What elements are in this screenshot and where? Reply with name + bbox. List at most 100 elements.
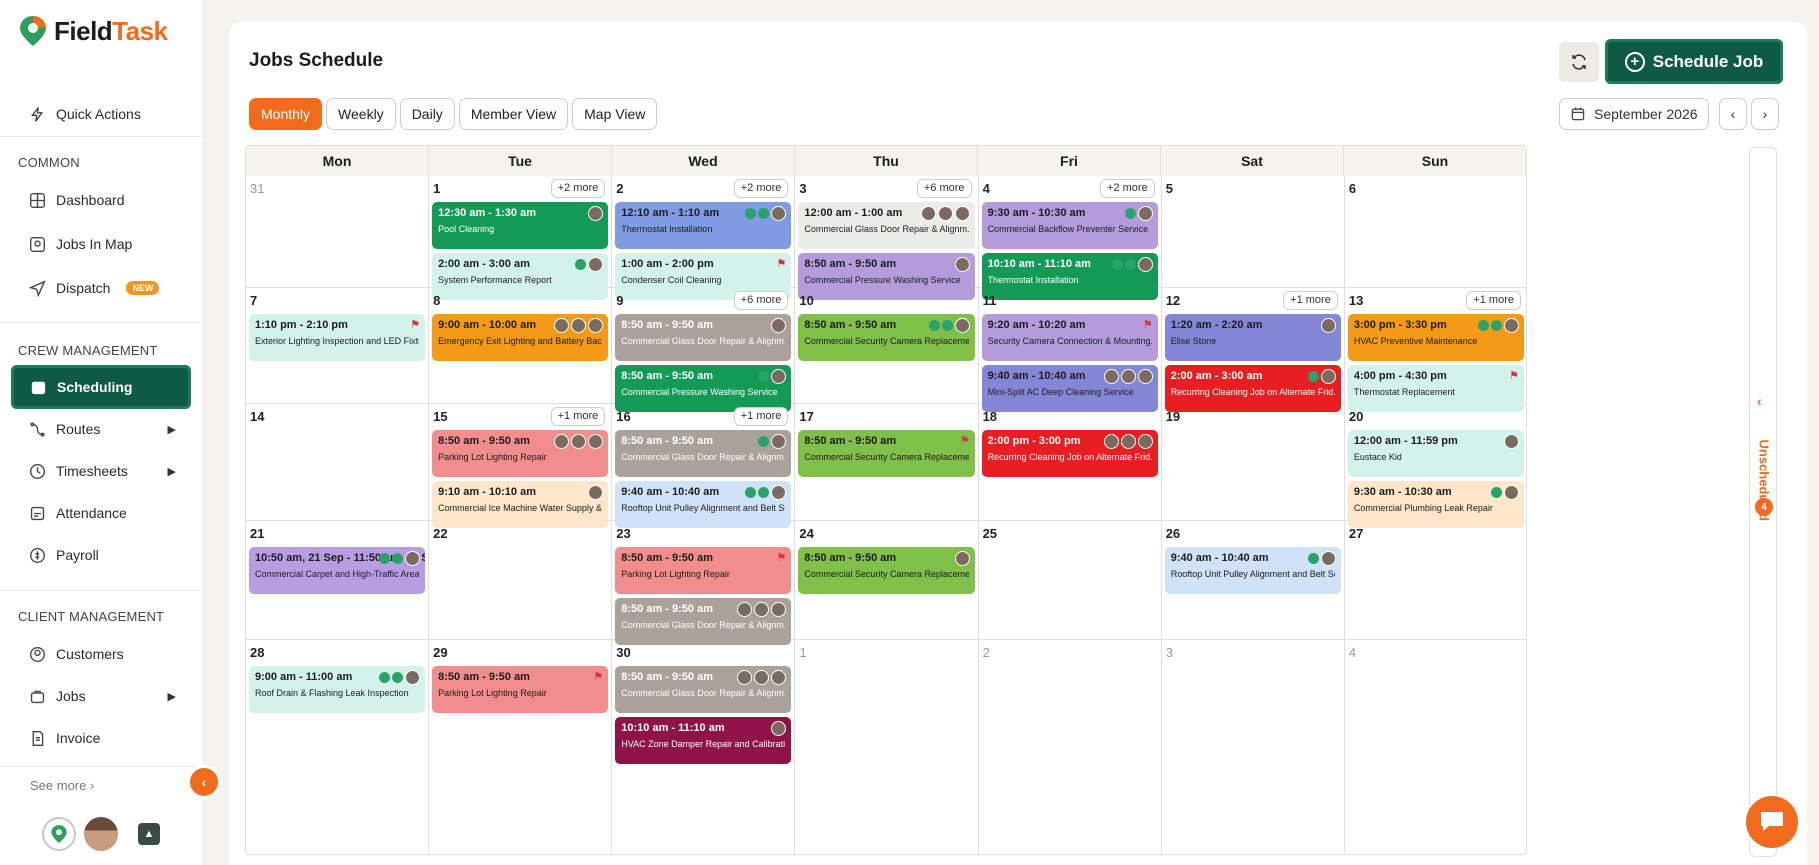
calendar-day-cell[interactable]: 24 8:50 am - 9:50 am Commercial Security C… xyxy=(795,521,979,640)
event-card[interactable]: 9:00 am - 10:00 am Emergency Exit Lightin… xyxy=(432,314,609,361)
event-card[interactable]: 1:10 pm - 2:10 pm Exterior Lighting Inspe… xyxy=(249,314,426,361)
calendar-day-cell[interactable]: 25 xyxy=(978,521,1162,640)
calendar-day-cell[interactable]: 6 xyxy=(1344,176,1526,288)
calendar-day-cell[interactable]: 30 8:50 am - 9:50 am Commercial Glass Door… xyxy=(612,640,796,854)
calendar-day-cell[interactable]: 4 xyxy=(1345,640,1526,854)
calendar-day-cell[interactable]: 22 xyxy=(429,521,613,640)
calendar-day-cell[interactable]: 29 8:50 am - 9:50 am Parking Lot Lighting … xyxy=(429,640,613,854)
event-card[interactable]: 8:50 am - 9:50 am Parking Lot Lighting Re… xyxy=(432,430,609,477)
event-card[interactable]: 8:50 am - 9:50 am Commercial Glass Door R… xyxy=(615,314,792,361)
calendar-day-cell[interactable]: 2 xyxy=(979,640,1162,854)
calendar-day-cell[interactable]: 10 8:50 am - 9:50 am Commercial Security C… xyxy=(795,288,979,404)
calendar-day-cell[interactable]: 26 9:40 am - 10:40 am Rooftop Unit Pulley … xyxy=(1161,521,1345,640)
user-avatar[interactable] xyxy=(84,817,118,851)
event-card[interactable]: 12:00 am - 1:00 am Commercial Glass Door … xyxy=(798,202,975,249)
calendar-day-cell[interactable]: 9 +6 more 8:50 am - 9:50 am Commercial Glas… xyxy=(612,288,796,412)
chat-button[interactable] xyxy=(1746,796,1798,848)
calendar-day-cell[interactable]: 23 8:50 am - 9:50 am Parking Lot Lighting … xyxy=(612,521,796,645)
sidebar-item-dashboard[interactable]: Dashboard xyxy=(18,182,188,218)
more-events-button[interactable]: +2 more xyxy=(1100,179,1155,198)
schedule-job-button[interactable]: + Schedule Job xyxy=(1605,39,1783,84)
unscheduled-panel-tab[interactable]: ‹ Unscheduled 4 xyxy=(1749,147,1777,857)
sidebar-item-invoice[interactable]: Invoice xyxy=(18,720,188,756)
view-tab-weekly[interactable]: Weekly xyxy=(326,98,396,130)
refresh-button[interactable] xyxy=(1559,42,1599,82)
event-card[interactable]: 8:50 am - 9:50 am Parking Lot Lighting Re… xyxy=(615,547,792,594)
view-tab-map-view[interactable]: Map View xyxy=(572,98,658,130)
event-card[interactable]: 8:50 am - 9:50 am Commercial Glass Door R… xyxy=(615,598,792,645)
calendar-day-cell[interactable]: 21 10:50 am, 21 Sep - 11:50 am, 22 Sep Com… xyxy=(246,521,430,640)
more-events-button[interactable]: +2 more xyxy=(733,179,789,198)
more-events-button[interactable]: +1 more xyxy=(550,407,606,426)
event-card[interactable]: 9:30 am - 10:30 am Commercial Backflow Pr… xyxy=(981,202,1158,249)
event-card[interactable]: 12:30 am - 1:30 am Pool Cleaning xyxy=(432,202,609,249)
event-card[interactable]: 3:00 pm - 3:30 pm HVAC Preventive Mainten… xyxy=(1347,314,1524,361)
calendar-day-cell[interactable]: 27 xyxy=(1344,521,1526,640)
event-card[interactable]: 9:00 am - 11:00 am Roof Drain & Flashing … xyxy=(249,666,426,713)
more-events-button[interactable]: +6 more xyxy=(916,179,972,198)
calendar-day-cell[interactable]: 1 +2 more 12:30 am - 1:30 am Pool Cleaning 2… xyxy=(429,176,613,300)
more-events-button[interactable]: +1 more xyxy=(733,407,789,426)
prev-month-button[interactable]: ‹ xyxy=(1719,98,1747,130)
calendar-day-cell[interactable]: 12 +1 more 1:20 am - 2:20 am Elise Stone 2:0… xyxy=(1161,288,1345,412)
calendar-day-cell[interactable]: 11 9:20 am - 10:20 am Security Camera Conn… xyxy=(978,288,1162,412)
event-card[interactable]: 10:50 am, 21 Sep - 11:50 am, 22 Sep Comme… xyxy=(249,547,426,594)
month-picker[interactable]: September 2026 xyxy=(1559,98,1709,130)
event-card[interactable]: 12:00 am - 11:59 pm Eustace Kid xyxy=(1347,430,1524,477)
calendar-day-cell[interactable]: 16 +1 more 8:50 am - 9:50 am Commercial Gla… xyxy=(612,404,796,528)
view-tab-member-view[interactable]: Member View xyxy=(458,98,569,130)
calendar-day-cell[interactable]: 20 12:00 am - 11:59 pm Eustace Kid 9:30 am … xyxy=(1344,404,1526,528)
next-month-button[interactable]: › xyxy=(1751,98,1779,130)
event-card[interactable]: 8:50 am - 9:50 am Commercial Glass Door R… xyxy=(615,430,792,477)
calendar-day-cell[interactable]: 5 xyxy=(1161,176,1345,288)
chevron-up-icon[interactable]: ▲ xyxy=(138,823,160,845)
brand-logo[interactable]: FieldTask xyxy=(18,14,168,48)
event-card[interactable]: 1:20 am - 2:20 am Elise Stone xyxy=(1164,314,1341,361)
event-card[interactable]: 9:40 am - 10:40 am Rooftop Unit Pulley Al… xyxy=(1164,547,1341,594)
event-card[interactable]: 2:00 pm - 3:00 pm Recurring Cleaning Job … xyxy=(981,430,1158,477)
calendar-day-cell[interactable]: 15 +1 more 8:50 am - 9:50 am Parking Lot Li… xyxy=(429,404,613,528)
calendar-day-cell[interactable]: 18 2:00 pm - 3:00 pm Recurring Cleaning Jo… xyxy=(978,404,1162,521)
more-events-button[interactable]: +1 more xyxy=(1466,291,1521,310)
sidebar-item-jobs[interactable]: Jobs ▶ xyxy=(18,678,188,714)
calendar-day-cell[interactable]: 3 xyxy=(1162,640,1345,854)
collapse-sidebar-button[interactable]: ‹ xyxy=(190,768,218,796)
sidebar-item-quick-actions[interactable]: Quick Actions xyxy=(18,96,188,132)
calendar-day-cell[interactable]: 14 xyxy=(246,404,430,521)
sidebar-item-attendance[interactable]: Attendance xyxy=(18,495,188,531)
calendar-day-cell[interactable]: 7 1:10 pm - 2:10 pm Exterior Lighting Insp… xyxy=(246,288,430,404)
calendar-day-cell[interactable]: 8 9:00 am - 10:00 am Emergency Exit Lighti… xyxy=(429,288,613,404)
sidebar-item-timesheets[interactable]: Timesheets ▶ xyxy=(18,453,188,489)
calendar-day-cell[interactable]: 1 xyxy=(795,640,979,854)
view-tab-daily[interactable]: Daily xyxy=(399,98,455,130)
event-card[interactable]: 8:50 am - 9:50 am Commercial Glass Door R… xyxy=(615,666,792,713)
see-more-link[interactable]: See more › xyxy=(30,778,94,793)
sidebar-item-routes[interactable]: Routes ▶ xyxy=(18,411,188,447)
sidebar-item-jobs-in-map[interactable]: Jobs In Map xyxy=(18,226,188,262)
more-events-button[interactable]: +2 more xyxy=(550,179,606,198)
calendar-day-cell[interactable]: 3 +6 more 12:00 am - 1:00 am Commercial Gla… xyxy=(795,176,979,300)
view-tab-monthly[interactable]: Monthly xyxy=(249,98,323,130)
event-card[interactable]: 10:10 am - 11:10 am HVAC Zone Damper Repa… xyxy=(615,717,792,764)
sidebar-item-customers[interactable]: Customers xyxy=(18,636,188,672)
more-events-button[interactable]: +6 more xyxy=(733,291,789,310)
sidebar-item-scheduling[interactable]: Scheduling xyxy=(11,365,191,409)
calendar-day-cell[interactable]: 19 xyxy=(1161,404,1345,521)
calendar-day-cell[interactable]: 17 8:50 am - 9:50 am Commercial Security C… xyxy=(795,404,979,521)
calendar-day-cell[interactable]: 13 +1 more 3:00 pm - 3:30 pm HVAC Preventiv… xyxy=(1344,288,1526,412)
calendar-day-cell[interactable]: 2 +2 more 12:10 am - 1:10 am Thermostat Ins… xyxy=(612,176,796,300)
sidebar-item-label: Dashboard xyxy=(56,192,125,208)
event-card[interactable]: 8:50 am - 9:50 am Commercial Security Cam… xyxy=(798,314,975,361)
calendar-day-cell[interactable]: 28 9:00 am - 11:00 am Roof Drain & Flashin… xyxy=(246,640,430,854)
calendar-day-cell[interactable]: 31 xyxy=(246,176,430,288)
calendar-day-cell[interactable]: 4 +2 more 9:30 am - 10:30 am Commercial Bac… xyxy=(978,176,1162,300)
sidebar-item-payroll[interactable]: Payroll xyxy=(18,537,188,573)
event-card[interactable]: 8:50 am - 9:50 am Commercial Security Cam… xyxy=(798,430,975,477)
event-card[interactable]: 8:50 am - 9:50 am Parking Lot Lighting Re… xyxy=(432,666,609,713)
more-events-button[interactable]: +1 more xyxy=(1283,291,1338,310)
event-card[interactable]: 12:10 am - 1:10 am Thermostat Installatio… xyxy=(615,202,792,249)
event-card[interactable]: 9:20 am - 10:20 am Security Camera Connec… xyxy=(981,314,1158,361)
sidebar-item-dispatch[interactable]: Dispatch NEW xyxy=(18,270,188,306)
company-avatar[interactable] xyxy=(42,817,76,851)
event-card[interactable]: 8:50 am - 9:50 am Commercial Security Cam… xyxy=(798,547,975,594)
